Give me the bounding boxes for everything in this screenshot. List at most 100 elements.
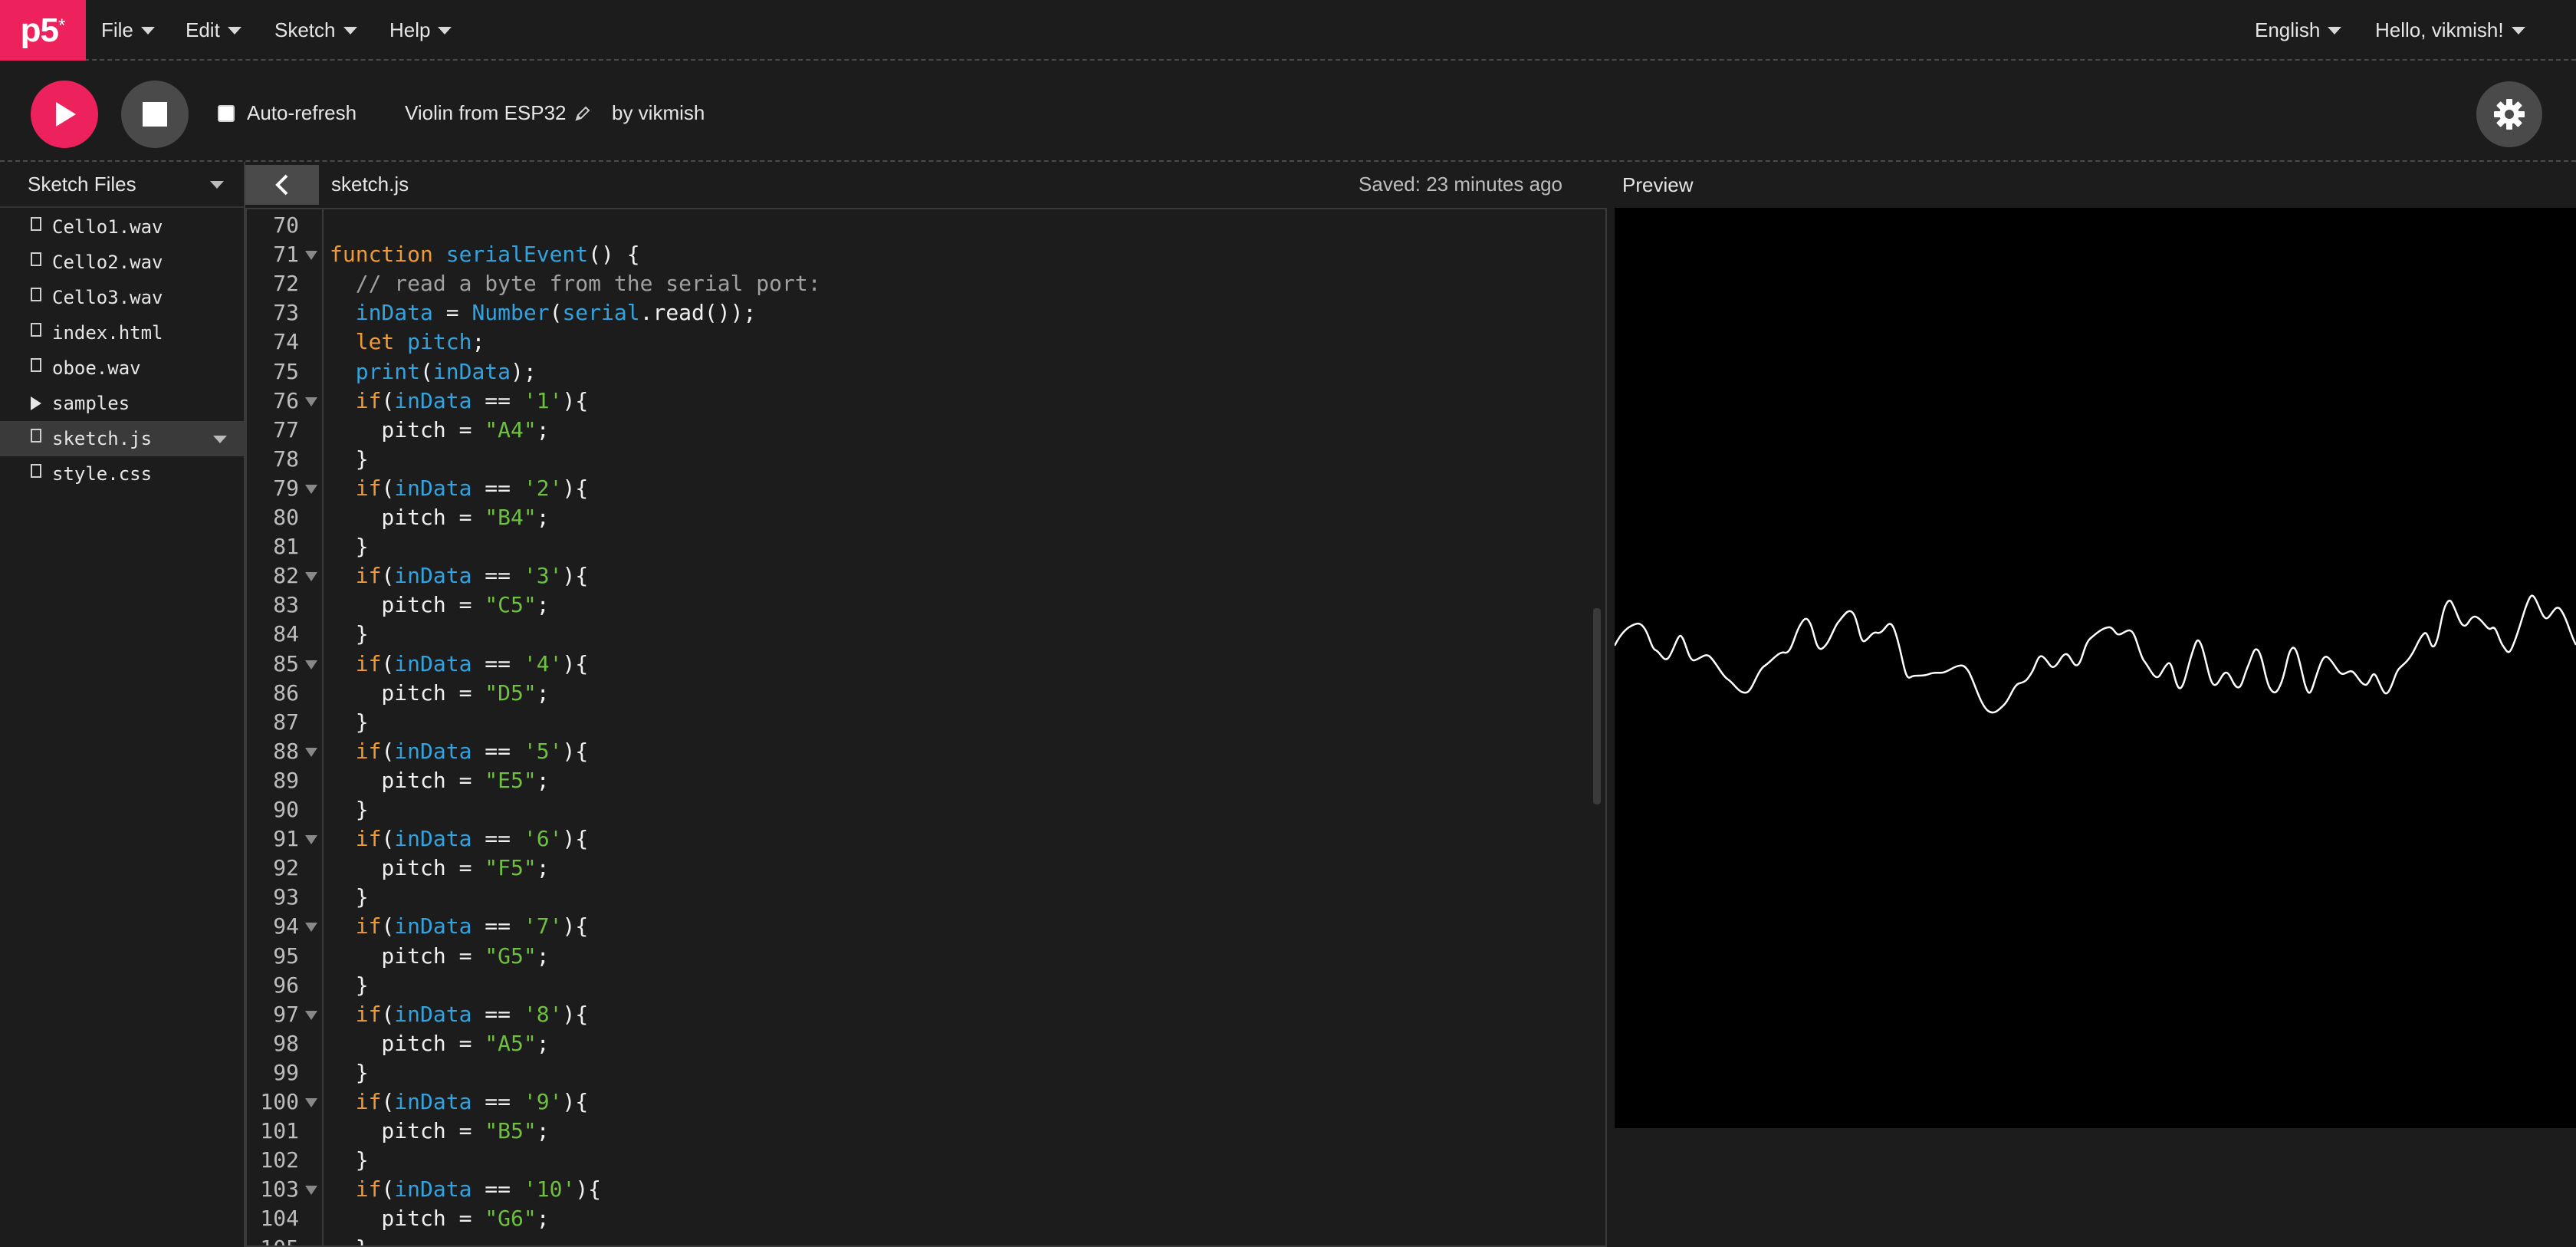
waveform-visualization (1613, 594, 2576, 714)
code-content[interactable]: function serialEvent() { // read a byte … (330, 209, 1590, 1245)
code-line[interactable]: pitch = "C5"; (330, 592, 549, 618)
file-icon (31, 429, 41, 443)
auto-refresh-toggle[interactable]: Auto-refresh (218, 101, 356, 125)
fold-arrow-icon[interactable] (305, 660, 317, 670)
chevron-down-icon[interactable] (210, 181, 224, 189)
code-line[interactable]: if(inData == '9'){ (330, 1089, 588, 1114)
waveform-line (1613, 594, 2576, 714)
file-options-icon[interactable] (213, 436, 227, 443)
sketch-name[interactable]: Violin from ESP32 (405, 101, 591, 125)
stop-icon (143, 102, 167, 127)
code-line[interactable]: pitch = "A5"; (330, 1031, 549, 1056)
fold-arrow-icon[interactable] (305, 251, 317, 261)
logo-star: * (58, 15, 66, 36)
menu-edit[interactable]: Edit (186, 0, 242, 61)
code-line[interactable]: } (330, 621, 369, 647)
code-line[interactable]: pitch = "G5"; (330, 943, 550, 969)
chevron-down-icon (438, 26, 452, 35)
code-line[interactable]: pitch = "F5"; (330, 855, 549, 881)
code-line[interactable]: pitch = "E5"; (330, 768, 549, 793)
code-line[interactable]: if(inData == '7'){ (330, 913, 588, 939)
code-editor[interactable]: 70 71 72 73 74 75 76 77 78 79 80 81 82 83 84 85 86 87 88 89… (245, 208, 1607, 1247)
fold-arrow-icon[interactable] (305, 396, 317, 406)
sidebar-file[interactable]: Cello1.wav (0, 209, 244, 245)
chevron-down-icon (343, 26, 357, 35)
preview-canvas[interactable] (1613, 208, 2576, 1128)
code-token: inData (432, 358, 511, 384)
code-line[interactable]: pitch = "G6"; (330, 1206, 549, 1231)
code-line[interactable]: if(inData == '2'){ (330, 475, 588, 501)
fold-arrow-icon[interactable] (305, 1010, 317, 1020)
code-token: ){ (562, 913, 589, 939)
code-line[interactable]: if(inData == '8'){ (330, 1002, 588, 1027)
code-line[interactable]: pitch = "B5"; (330, 1118, 549, 1143)
code-token: ; (536, 679, 550, 706)
code-line[interactable]: if(inData == '4'){ (330, 651, 588, 676)
stop-button[interactable] (121, 81, 189, 148)
sketch-author[interactable]: by vikmish (612, 101, 705, 125)
editor-scrollbar[interactable] (1593, 608, 1601, 804)
code-token: inData (394, 913, 472, 939)
file-name: Cello2.wav (52, 252, 163, 273)
code-line[interactable]: } (330, 446, 369, 472)
menu-sketch[interactable]: Sketch (274, 0, 357, 61)
code-line[interactable]: } (330, 1147, 369, 1173)
code-token: ; (536, 943, 550, 969)
code-line[interactable]: if(inData == '3'){ (330, 563, 588, 588)
sidebar-file[interactable]: oboe.wav (0, 350, 244, 386)
fold-arrow-icon[interactable] (305, 1186, 317, 1196)
settings-button[interactable] (2476, 81, 2542, 147)
sidebar-file[interactable]: Cello3.wav (0, 280, 244, 315)
menu-file[interactable]: File (101, 0, 155, 61)
code-token: } (330, 1147, 369, 1173)
fold-arrow-icon[interactable] (305, 572, 317, 582)
code-line[interactable]: let pitch; (330, 329, 485, 354)
code-line[interactable]: } (330, 1235, 369, 1246)
language-selector[interactable]: English (2255, 0, 2342, 61)
editor-file-tab[interactable]: sketch.js (331, 173, 409, 196)
code-line[interactable]: } (330, 972, 369, 998)
code-line[interactable]: function serialEvent() { (330, 242, 640, 267)
play-button[interactable] (31, 81, 98, 148)
menu-help[interactable]: Help (389, 0, 452, 61)
sidebar-folder[interactable]: samples (0, 386, 244, 421)
code-line[interactable]: pitch = "D5"; (330, 679, 550, 706)
code-line[interactable]: } (330, 1060, 369, 1085)
code-line[interactable]: if(inData == '1'){ (330, 388, 588, 413)
sidebar-file[interactable]: sketch.js (0, 421, 244, 456)
sidebar-file[interactable]: Cello2.wav (0, 245, 244, 280)
fold-arrow-icon[interactable] (305, 1098, 317, 1107)
code-token: "F5" (485, 855, 537, 881)
sidebar-file[interactable]: style.css (0, 456, 244, 492)
fold-arrow-icon[interactable] (305, 484, 317, 494)
code-token: ( (381, 913, 395, 939)
code-token: ( (381, 387, 395, 413)
code-line[interactable]: pitch = "B4"; (330, 505, 549, 530)
auto-refresh-checkbox[interactable] (218, 104, 235, 122)
sidebar-header[interactable]: Sketch Files (0, 162, 244, 208)
menu-edit-label: Edit (186, 18, 220, 41)
code-line[interactable]: // read a byte from the serial port: (330, 271, 821, 296)
fold-arrow-icon[interactable] (305, 923, 317, 933)
code-line[interactable]: } (330, 709, 369, 735)
code-token: let (330, 329, 408, 355)
sidebar-file[interactable]: index.html (0, 315, 244, 350)
p5-logo[interactable]: p5 * (0, 0, 86, 61)
user-menu[interactable]: Hello, vikmish! (2375, 0, 2525, 61)
code-line[interactable]: } (330, 884, 369, 910)
code-line[interactable]: if(inData == '10'){ (330, 1176, 601, 1202)
code-token: } (330, 797, 369, 822)
collapse-sidebar-button[interactable] (245, 165, 319, 205)
code-line[interactable]: } (330, 797, 369, 822)
code-line[interactable]: if(inData == '6'){ (330, 826, 588, 851)
fold-arrow-icon[interactable] (305, 835, 317, 845)
code-line[interactable]: if(inData == '5'){ (330, 739, 588, 764)
code-line[interactable]: } (330, 534, 369, 559)
code-token: pitch = (330, 592, 485, 618)
code-line[interactable]: print(inData); (330, 359, 537, 384)
fold-arrow-icon[interactable] (305, 747, 317, 757)
pencil-icon[interactable] (574, 105, 591, 122)
code-token: '9' (523, 1089, 563, 1114)
code-line[interactable]: inData = Number(serial.read()); (330, 300, 757, 325)
code-line[interactable]: pitch = "A4"; (330, 417, 549, 443)
